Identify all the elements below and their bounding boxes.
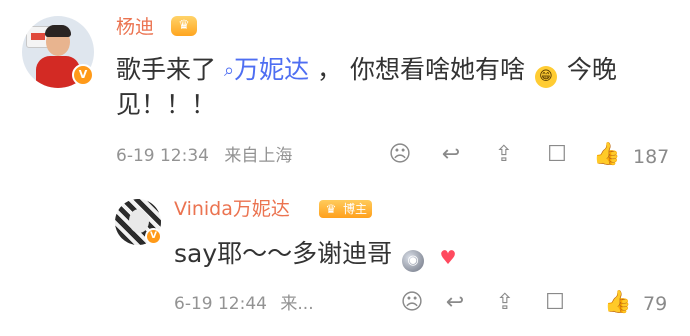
comment-text-suffix: 今晚 [566,55,617,84]
mention-label: 万妮达 [234,55,310,84]
disco-ball-emoji-icon: ◉ [402,250,425,272]
reply-author[interactable]: Vinida万妮达 [174,197,290,221]
reply-icon[interactable]: ↩ [440,288,470,318]
watermark-bar [508,316,690,336]
comment-text-line-2: 见！！！ [116,90,217,119]
comment-meta: 6-19 12:34 来自上海 [116,145,292,167]
comment-icon[interactable]: ☐ [540,288,570,318]
thumb-up-icon[interactable]: 👍 [592,140,622,170]
blogger-badge: ♛ 博主 [319,200,373,218]
reply-text-body: say耶～～多谢迪哥 [174,239,393,268]
reply-text: say耶～～多谢迪哥 ◉ ♥ [174,236,462,272]
comment-text-middle: ， 你想看啥她有啥 [317,55,525,84]
reply-meta: 6-19 12:44 来... [174,293,314,315]
reply-icon[interactable]: ↩ [436,140,466,170]
blogger-badge-label: 博主 [343,202,368,216]
thumb-up-icon[interactable]: 👍 [603,288,633,318]
verified-icon: V [72,64,94,86]
reply-timestamp: 6-19 12:44 [174,294,267,314]
like-count: 187 [633,146,670,168]
crown-vip-icon: ♛ [325,202,337,216]
search-icon: ⌕ [223,60,235,81]
share-icon[interactable]: ⇪ [489,140,519,170]
grin-emoji-icon: 😁 [534,66,557,88]
comment-text-line-1: 歌手来了 ⌕万妮达 ， 你想看啥她有啥 😁 今晚 [116,52,617,89]
comment-author[interactable]: 杨迪 [116,15,154,39]
mention-link[interactable]: ⌕万妮达 [224,55,317,84]
heart-emoji-icon: ♥ [439,247,457,269]
crown-vip-icon[interactable]: ♛ [171,16,197,36]
share-icon[interactable]: ⇪ [490,288,520,318]
comment-timestamp: 6-19 12:34 [116,146,209,166]
verified-icon: V [145,228,162,245]
avatar-hair [45,25,71,37]
comment-location: 来自上海 [224,146,293,166]
unhappy-face-icon[interactable]: ☹ [397,288,427,318]
comment-icon[interactable]: ☐ [542,140,572,170]
reply-like-count: 79 [643,293,668,315]
unhappy-face-icon[interactable]: ☹ [385,140,415,170]
reply-location: 来... [280,294,314,314]
reply-avatar-face [129,209,149,233]
comment-text-prefix: 歌手来了 [116,55,217,84]
